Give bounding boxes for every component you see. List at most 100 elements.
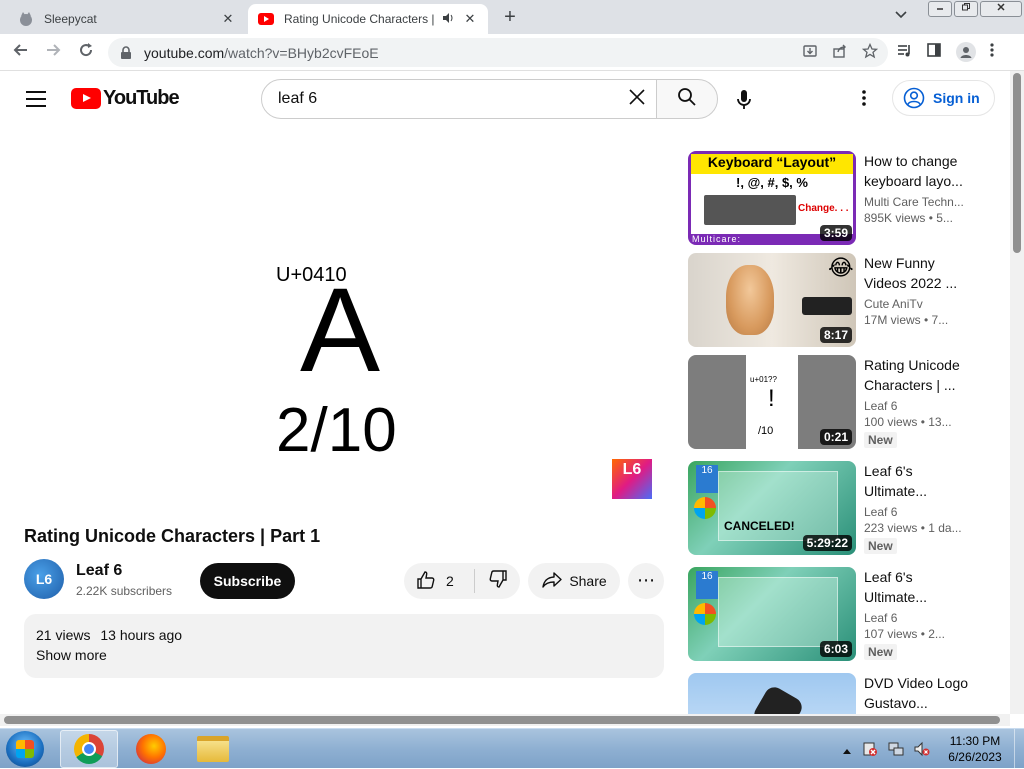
lock-icon[interactable] bbox=[120, 45, 134, 60]
clock-time: 11:30 PM bbox=[949, 734, 1001, 748]
rec-channel[interactable]: Cute AniTv bbox=[864, 297, 974, 311]
thumbnail-logo: 16 bbox=[696, 571, 718, 599]
rec-title[interactable]: How to change keyboard layo... bbox=[864, 151, 974, 191]
video-thumbnail[interactable]: 16 CANCELED! 5:29:22 bbox=[688, 461, 856, 555]
youtube-logo[interactable]: YouTube bbox=[71, 87, 180, 110]
list-item[interactable]: 😂 8:17 New Funny Videos 2022 ... Cute An… bbox=[688, 253, 988, 349]
horizontal-scrollbar[interactable] bbox=[0, 714, 1010, 726]
search-query[interactable]: leaf 6 bbox=[278, 90, 628, 108]
subscribe-button[interactable]: Subscribe bbox=[200, 563, 295, 599]
new-badge: New bbox=[864, 644, 897, 660]
minimize-button[interactable] bbox=[928, 1, 952, 17]
video-thumbnail[interactable]: 😂 8:17 bbox=[688, 253, 856, 347]
duration-badge: 6:03 bbox=[819, 641, 852, 657]
forward-icon[interactable] bbox=[42, 42, 64, 64]
like-button[interactable]: 2 bbox=[404, 570, 474, 593]
sidepanel-icon[interactable] bbox=[926, 42, 942, 62]
list-item[interactable]: Keyboard “Layout” !, @, #, $, % Change. … bbox=[688, 151, 988, 247]
profile-icon[interactable] bbox=[956, 42, 976, 62]
tab-youtube[interactable]: Rating Unicode Characters | ✕ bbox=[248, 4, 488, 34]
window-close-button[interactable] bbox=[980, 1, 1022, 17]
list-item[interactable]: 16 6:03 Leaf 6's Ultimate... Leaf 6 107 … bbox=[688, 567, 988, 663]
more-actions-button[interactable]: ⋯ bbox=[628, 563, 664, 599]
thumbnail-code: u+01?? bbox=[750, 375, 777, 384]
rec-title[interactable]: Leaf 6's Ultimate... bbox=[864, 567, 974, 607]
browser-toolbar: youtube.com/watch?v=BHyb2cvFEoE bbox=[0, 34, 1024, 71]
duration-badge: 0:21 bbox=[819, 429, 852, 445]
video-thumbnail[interactable] bbox=[688, 673, 856, 714]
laughing-emoji-icon: 😂 bbox=[828, 255, 854, 280]
address-bar[interactable]: youtube.com/watch?v=BHyb2cvFEoE bbox=[108, 38, 888, 67]
list-item[interactable]: DVD Video Logo Gustavo... bbox=[688, 673, 988, 714]
video-player[interactable]: U+0410 A 2/10 L6 bbox=[24, 127, 664, 517]
thumbnail-heading: Keyboard “Layout” bbox=[691, 154, 853, 174]
youtube-header: YouTube leaf 6 Sign in bbox=[0, 71, 1010, 127]
close-tab-icon[interactable]: ✕ bbox=[220, 11, 236, 27]
clock[interactable]: 11:30 PM 6/26/2023 bbox=[940, 733, 1010, 765]
rec-channel[interactable]: Multi Care Techn... bbox=[864, 195, 974, 209]
install-icon[interactable] bbox=[802, 43, 818, 62]
reload-icon[interactable] bbox=[75, 42, 97, 64]
upload-age: 13 hours ago bbox=[100, 627, 183, 643]
show-desktop-button[interactable] bbox=[1014, 729, 1024, 769]
rec-title[interactable]: Leaf 6's Ultimate... bbox=[864, 461, 974, 501]
hamburger-icon[interactable] bbox=[26, 91, 46, 112]
rec-title[interactable]: New Funny Videos 2022 ... bbox=[864, 253, 974, 293]
action-center-icon[interactable] bbox=[862, 741, 878, 760]
share-button[interactable]: Share bbox=[528, 563, 620, 599]
rec-channel[interactable]: Leaf 6 bbox=[864, 611, 974, 625]
share-page-icon[interactable] bbox=[832, 43, 848, 62]
url-text: youtube.com/watch?v=BHyb2cvFEoE bbox=[144, 45, 379, 61]
taskbar-firefox[interactable] bbox=[122, 730, 180, 768]
scrollbar-thumb[interactable] bbox=[4, 716, 1000, 724]
rec-title[interactable]: DVD Video Logo Gustavo... bbox=[864, 673, 974, 713]
windows-logo-icon bbox=[694, 497, 716, 519]
url-host: youtube.com bbox=[144, 44, 225, 61]
kitten-image bbox=[726, 265, 774, 335]
video-thumbnail[interactable]: 16 6:03 bbox=[688, 567, 856, 661]
new-tab-button[interactable]: + bbox=[498, 6, 522, 30]
channel-watermark[interactable]: L6 bbox=[612, 459, 652, 499]
list-item[interactable]: u+01?? ! /10 0:21 Rating Unicode Charact… bbox=[688, 355, 988, 451]
back-icon[interactable] bbox=[10, 42, 32, 64]
list-item[interactable]: 16 CANCELED! 5:29:22 Leaf 6's Ultimate..… bbox=[688, 461, 988, 557]
scrollbar-thumb[interactable] bbox=[1013, 73, 1021, 253]
start-button[interactable] bbox=[6, 731, 44, 767]
restore-button[interactable] bbox=[954, 1, 978, 17]
thumbnail-change-text: Change. . . bbox=[798, 203, 849, 214]
tray-arrow-icon[interactable] bbox=[842, 744, 852, 758]
browser-menu-kebab-icon[interactable] bbox=[990, 42, 994, 62]
dislike-button[interactable] bbox=[475, 569, 520, 594]
tab-sleepycat[interactable]: Sleepycat ✕ bbox=[8, 4, 246, 34]
clear-icon[interactable] bbox=[628, 86, 646, 112]
rec-title[interactable]: Rating Unicode Characters | ... bbox=[864, 355, 974, 395]
show-more-link[interactable]: Show more bbox=[36, 647, 652, 663]
mic-icon[interactable] bbox=[736, 89, 752, 116]
rec-channel[interactable]: Leaf 6 bbox=[864, 505, 974, 519]
video-thumbnail[interactable]: Keyboard “Layout” !, @, #, $, % Change. … bbox=[688, 151, 856, 245]
taskbar-explorer[interactable] bbox=[184, 730, 242, 768]
rec-channel[interactable]: Leaf 6 bbox=[864, 399, 974, 413]
taskbar-chrome[interactable] bbox=[60, 730, 118, 768]
search-button[interactable] bbox=[656, 79, 718, 119]
sign-in-button[interactable]: Sign in bbox=[892, 80, 995, 116]
bookmark-star-icon[interactable] bbox=[861, 42, 879, 62]
description-box[interactable]: 21 views 13 hours ago Show more bbox=[24, 614, 664, 678]
speaker-icon[interactable] bbox=[442, 12, 454, 27]
network-icon[interactable] bbox=[888, 741, 904, 760]
channel-name[interactable]: Leaf 6 bbox=[76, 562, 122, 580]
volume-muted-icon[interactable] bbox=[914, 741, 930, 760]
video-thumbnail[interactable]: u+01?? ! /10 0:21 bbox=[688, 355, 856, 449]
settings-kebab-icon[interactable] bbox=[862, 89, 866, 111]
tab-strip: Sleepycat ✕ Rating Unicode Characters | … bbox=[0, 0, 1024, 34]
rec-meta: 895K views • 5... bbox=[864, 211, 953, 225]
close-tab-icon[interactable]: ✕ bbox=[462, 11, 478, 27]
tab-search-chevron-icon[interactable] bbox=[895, 8, 907, 22]
search-input[interactable]: leaf 6 bbox=[261, 79, 657, 119]
clock-date: 6/26/2023 bbox=[948, 750, 1002, 764]
avatar[interactable]: L6 bbox=[24, 559, 64, 599]
media-icon[interactable] bbox=[896, 42, 912, 62]
vertical-scrollbar[interactable] bbox=[1010, 71, 1024, 714]
dvd-logo-art bbox=[750, 683, 806, 714]
windows-logo-icon bbox=[16, 740, 34, 758]
